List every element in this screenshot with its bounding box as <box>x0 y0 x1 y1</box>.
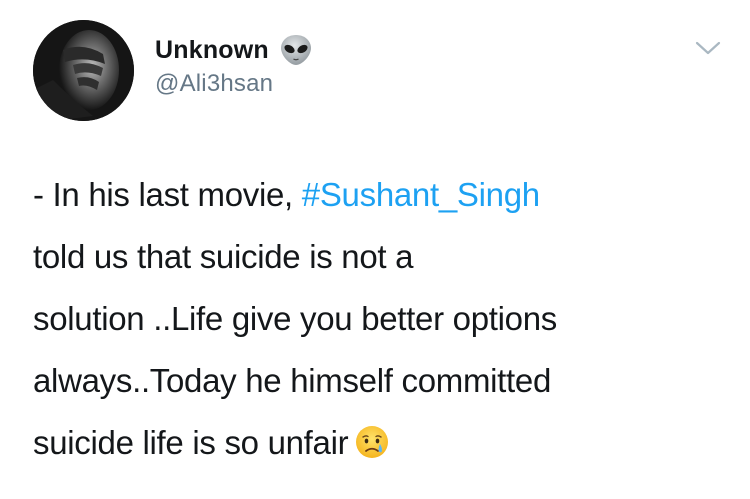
tweet-text-segment: suicide life is so unfair <box>33 424 349 461</box>
name-row: Unknown <box>155 33 313 67</box>
alien-emoji-icon <box>279 33 313 67</box>
tweet-line-1: - In his last movie, #Sushant_Singh <box>33 164 723 226</box>
hashtag-link[interactable]: #Sushant_Singh <box>302 176 540 213</box>
tweet-card: Unknown @Ali3hsan - In his last movie, #… <box>0 0 750 499</box>
crying-face-icon <box>354 418 390 458</box>
display-name[interactable]: Unknown <box>155 36 269 65</box>
tweet-line-2: told us that suicide is not a <box>33 238 414 275</box>
user-info: Unknown @Ali3hsan <box>155 33 313 98</box>
chevron-down-icon[interactable] <box>694 38 722 58</box>
avatar-image <box>33 20 134 121</box>
tweet-line-4: always..Today he himself committed <box>33 362 552 399</box>
avatar[interactable] <box>33 20 134 121</box>
tweet-text: - In his last movie, #Sushant_Singh told… <box>33 164 723 474</box>
user-handle[interactable]: @Ali3hsan <box>155 70 313 98</box>
tweet-line-3: solution ..Life give you better options <box>33 300 557 337</box>
tweet-text-segment: - In his last movie, <box>33 176 302 213</box>
tweet-line-5: suicide life is so unfair <box>33 412 723 474</box>
